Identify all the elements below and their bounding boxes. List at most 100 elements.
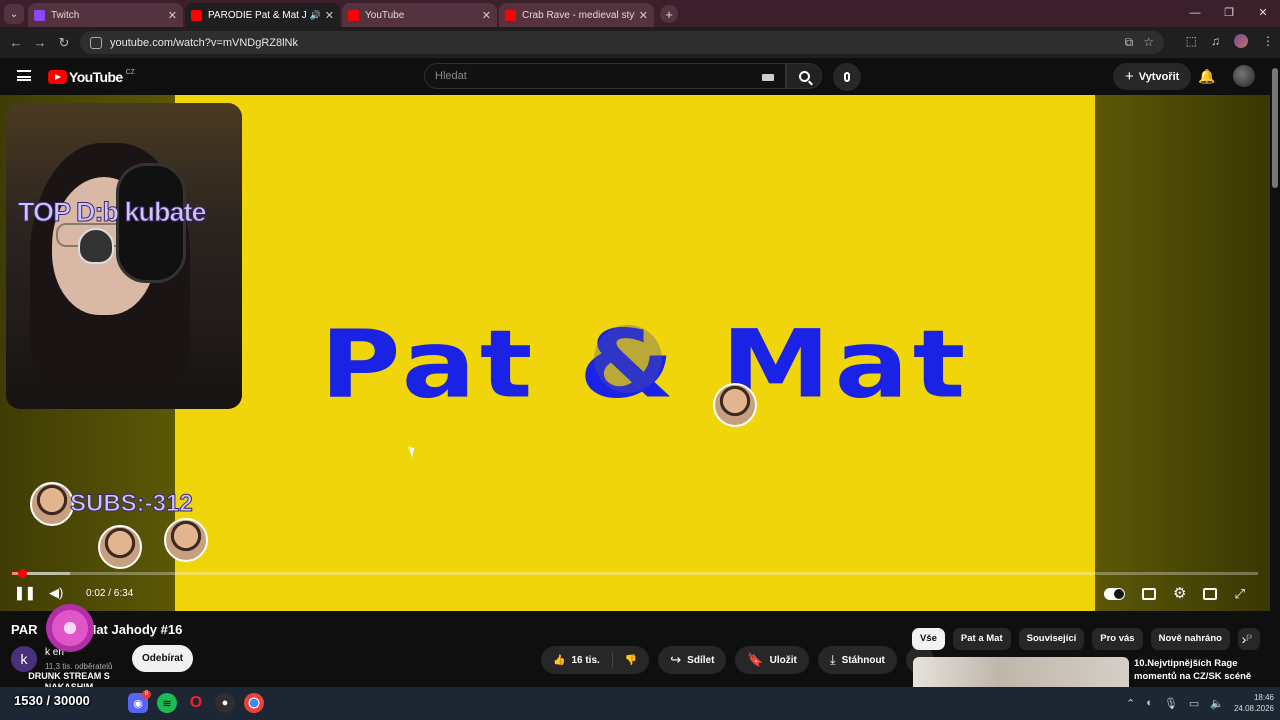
profile-avatar[interactable]: [1234, 34, 1248, 48]
fullscreen-icon[interactable]: ⤢: [1234, 586, 1244, 602]
twitch-favicon-icon: [34, 9, 45, 21]
address-bar[interactable]: youtube.com/watch?v=mVNDgRZ8lNk ⧉ ☆: [80, 31, 1164, 54]
minimize-icon[interactable]: —: [1178, 0, 1212, 27]
save-button[interactable]: 🔖 Uložit: [735, 646, 809, 674]
chip-recently-uploaded[interactable]: Nově nahráno: [1150, 628, 1230, 650]
create-button[interactable]: + Vytvořit: [1113, 63, 1192, 90]
tab-parodie[interactable]: PARODIE Pat & Mat Jahody 🔊 ✕: [185, 3, 340, 27]
download-button[interactable]: ⤓ Stáhnout: [817, 646, 897, 674]
notifications-bell-icon[interactable]: 🔔: [1198, 68, 1215, 85]
chevron-right-icon[interactable]: ›: [1234, 628, 1254, 650]
tab-twitch[interactable]: Twitch ✕: [28, 3, 183, 27]
forward-icon[interactable]: →: [28, 35, 52, 50]
dislike-button[interactable]: 👎: [613, 646, 649, 674]
chip-all[interactable]: Vše: [912, 628, 945, 650]
keyboard-icon[interactable]: [762, 74, 774, 81]
face-emote-icon: [713, 383, 757, 427]
opera-icon[interactable]: O: [186, 693, 206, 713]
ambient-right: [1095, 95, 1270, 611]
tray-chevron-icon[interactable]: ⌃: [1126, 697, 1135, 710]
youtube-header: YouTube CZ Hledat + Vytvořit 🔔: [0, 58, 1280, 95]
page-scrollbar[interactable]: [1270, 58, 1280, 687]
country-code: CZ: [125, 68, 135, 76]
subscribe-button[interactable]: Odebírat: [132, 645, 194, 672]
close-tab-icon[interactable]: ✕: [168, 9, 177, 22]
like-dislike-group: 👍 16 tis. 👎: [541, 646, 650, 674]
tab-crab-rave[interactable]: Crab Rave - medieval style - Yo ✕: [499, 3, 654, 27]
search-input[interactable]: Hledat: [424, 63, 786, 89]
skull-logo-icon: [78, 228, 114, 264]
thumbs-up-icon: 👍: [553, 654, 566, 666]
thumbs-down-icon: 👎: [624, 654, 638, 666]
tab-strip: ⌄ Twitch ✕ PARODIE Pat & Mat Jahody 🔊 ✕ …: [0, 0, 1280, 27]
close-window-icon[interactable]: ✕: [1246, 0, 1280, 27]
volume-tray-icon[interactable]: 🔈: [1210, 697, 1224, 710]
logo-text: YouTube: [69, 69, 123, 85]
voice-search-button[interactable]: [833, 63, 861, 91]
network-icon[interactable]: ▭: [1189, 697, 1199, 710]
menu-kebab-icon[interactable]: ⋮: [1262, 34, 1274, 48]
bookmark-star-icon[interactable]: ☆: [1143, 35, 1154, 50]
chip-pat-a-mat[interactable]: Pat a Mat: [952, 628, 1011, 650]
youtube-favicon-icon: [348, 9, 359, 21]
channel-avatar[interactable]: k: [11, 646, 37, 672]
account-avatar[interactable]: [1233, 65, 1255, 87]
mic-tray-icon[interactable]: 🎙: [1164, 697, 1178, 710]
media-icon[interactable]: ♫: [1211, 34, 1220, 48]
like-count: 16 tis.: [571, 654, 600, 666]
goal-counter: 1530 / 30000: [14, 693, 90, 708]
bookmark-icon: 🔖: [747, 652, 764, 667]
video-frame[interactable]: Pat & Mat: [175, 95, 1095, 611]
speaker-icon[interactable]: 🔊: [310, 10, 321, 21]
tab-title: Crab Rave - medieval style - Yo: [522, 9, 635, 21]
video-title-end: Mat Jahody #16: [85, 622, 183, 637]
window-controls: — ❐ ✕: [1178, 0, 1280, 27]
autoplay-toggle[interactable]: [1104, 588, 1125, 600]
pause-icon[interactable]: ❚❚: [14, 585, 36, 601]
close-tab-icon[interactable]: ✕: [482, 9, 491, 22]
youtube-logo[interactable]: YouTube CZ: [48, 69, 135, 85]
overlay-top-text: TOP D:b kubate: [18, 197, 208, 228]
steam-icon[interactable]: ◐: [1146, 697, 1153, 710]
discord-icon[interactable]: ◉ 8: [128, 690, 151, 713]
share-label: Sdílet: [687, 654, 715, 666]
scrollbar-thumb[interactable]: [1272, 68, 1278, 188]
recommendation-title[interactable]: 10.Nejvtipnějších Rage momentů na CZ/SK …: [1134, 657, 1264, 683]
overlay-subs-text: SUBS:-312: [70, 490, 194, 518]
video-actions: 👍 16 tis. 👎 ↪ Sdílet 🔖 Uložit ⤓ Stáhnout…: [541, 646, 934, 674]
share-button[interactable]: ↪ Sdílet: [658, 646, 727, 674]
subtitles-icon[interactable]: [1142, 588, 1156, 600]
install-icon[interactable]: ⧉: [1125, 35, 1134, 50]
create-label: Vytvořit: [1138, 70, 1180, 83]
face-emote-icon: [98, 525, 142, 569]
taskbar-clock[interactable]: 18:46 24.08.2026: [1226, 692, 1274, 714]
reload-icon[interactable]: ↻: [52, 35, 76, 51]
site-info-icon[interactable]: [90, 36, 102, 49]
hamburger-menu-icon[interactable]: [17, 70, 31, 81]
volume-icon[interactable]: ◀): [49, 585, 63, 601]
youtube-play-logo-icon: [48, 70, 67, 84]
chip-for-you[interactable]: Pro vás: [1092, 628, 1143, 650]
search-button[interactable]: [786, 63, 822, 89]
new-tab-button[interactable]: +: [660, 5, 678, 23]
time-display: 0:02 / 6:34: [86, 588, 134, 599]
miniplayer-icon[interactable]: [1203, 588, 1218, 600]
discord-badge: 8: [142, 690, 151, 699]
tab-search-icon[interactable]: ⌄: [4, 4, 24, 24]
recommendation-thumbnail[interactable]: [913, 657, 1129, 691]
obs-icon[interactable]: ●: [215, 693, 235, 713]
extensions-icon[interactable]: ⬚: [1186, 34, 1197, 48]
url-text: youtube.com/watch?v=mVNDgRZ8lNk: [110, 36, 298, 49]
close-tab-icon[interactable]: ✕: [325, 9, 334, 22]
settings-gear-icon[interactable]: ⚙: [1173, 586, 1186, 601]
tab-youtube[interactable]: YouTube ✕: [342, 3, 497, 27]
spotify-icon[interactable]: ≋: [157, 693, 177, 713]
chrome-icon[interactable]: [244, 693, 264, 713]
back-icon[interactable]: ←: [4, 35, 28, 50]
close-tab-icon[interactable]: ✕: [639, 9, 648, 22]
like-button[interactable]: 👍 16 tis.: [541, 646, 612, 674]
progress-bar[interactable]: [12, 569, 1258, 578]
chip-related[interactable]: Související: [1018, 628, 1085, 650]
maximize-icon[interactable]: ❐: [1212, 0, 1246, 27]
save-label: Uložit: [769, 654, 797, 666]
